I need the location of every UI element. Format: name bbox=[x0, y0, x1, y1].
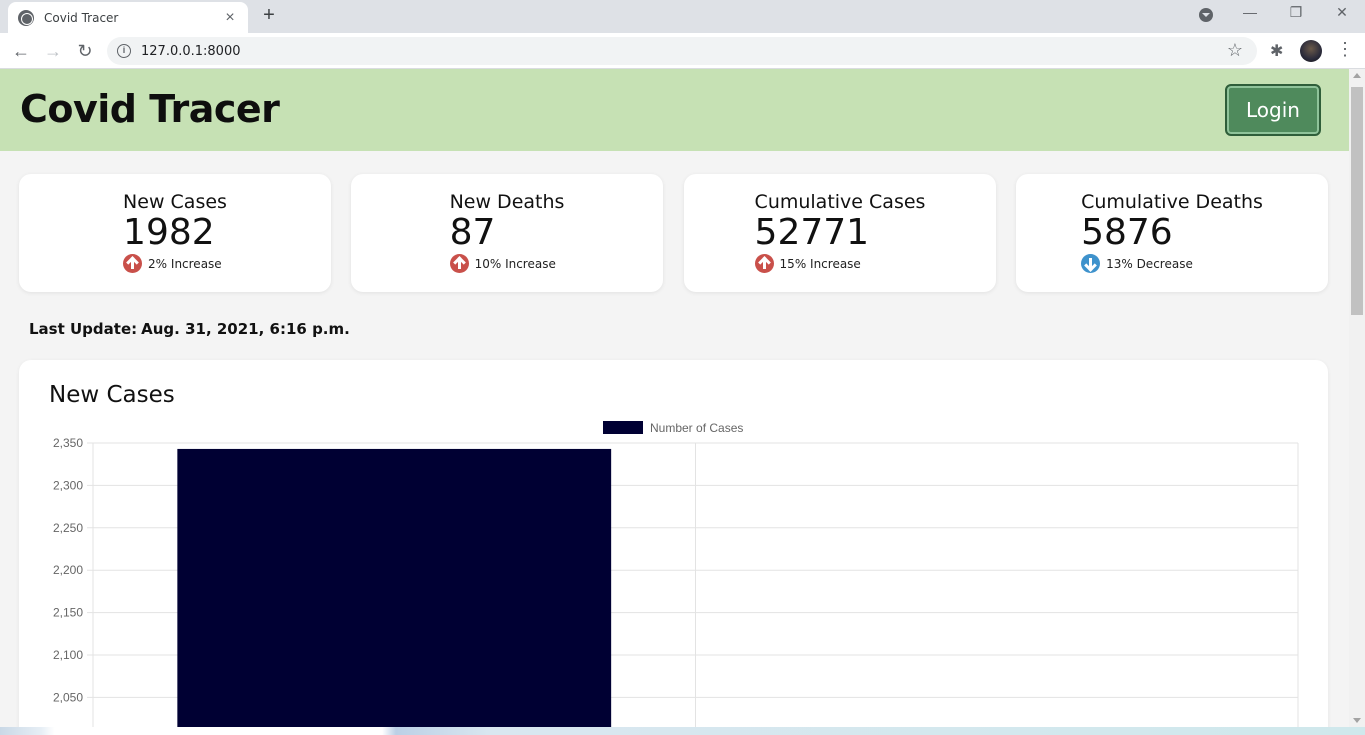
arrow-up-icon bbox=[754, 254, 774, 273]
stat-card-cumulative-deaths: Cumulative Deaths 5876 13% Decrease bbox=[1016, 174, 1328, 292]
scroll-up-icon[interactable] bbox=[1353, 73, 1361, 78]
stat-title: Cumulative Deaths bbox=[1081, 191, 1263, 213]
stat-trend: 10% Increase bbox=[449, 254, 556, 273]
globe-icon bbox=[18, 9, 34, 26]
legend-label: Number of Cases bbox=[650, 421, 743, 435]
stat-value: 52771 bbox=[754, 212, 870, 253]
y-tick-label: 2,150 bbox=[53, 606, 83, 620]
address-bar[interactable]: i 127.0.0.1:8000 ☆ bbox=[107, 37, 1257, 65]
info-icon[interactable]: i bbox=[117, 44, 131, 58]
forward-icon[interactable]: → bbox=[42, 40, 64, 62]
tab-title: Covid Tracer bbox=[44, 10, 119, 25]
stat-title: Cumulative Cases bbox=[754, 191, 926, 213]
stat-trend: 2% Increase bbox=[123, 254, 222, 273]
legend-swatch bbox=[603, 421, 643, 434]
chart-card: New Cases 2,350 2,300 2,250 2,200 2,150 2,100… bbox=[19, 360, 1328, 727]
address-url[interactable]: 127.0.0.1:8000 bbox=[141, 44, 241, 59]
y-tick-label: 2,200 bbox=[53, 563, 83, 577]
stat-trend-text: 13% Decrease bbox=[1106, 256, 1193, 271]
minimize-button[interactable]: — bbox=[1235, 4, 1265, 20]
profile-avatar[interactable] bbox=[1300, 40, 1322, 62]
browser-toolbar: ← → ↻ i 127.0.0.1:8000 ☆ ✱ ⋮ bbox=[0, 33, 1365, 69]
scroll-thumb[interactable] bbox=[1351, 87, 1363, 315]
page-viewport: Covid Tracer Login New Cases 1982 2% Inc… bbox=[0, 69, 1349, 727]
stat-trend-text: 2% Increase bbox=[148, 256, 222, 271]
tab-close-icon[interactable]: × bbox=[222, 9, 238, 26]
stat-trend-text: 15% Increase bbox=[779, 256, 861, 271]
os-taskbar bbox=[0, 727, 1365, 735]
stat-trend: 15% Increase bbox=[754, 254, 861, 273]
restore-button[interactable]: ❐ bbox=[1281, 4, 1311, 21]
bar bbox=[177, 448, 612, 727]
y-tick-label: 2,250 bbox=[53, 521, 83, 535]
arrow-up-icon bbox=[449, 254, 469, 273]
stat-title: New Deaths bbox=[449, 191, 565, 213]
tab-search-icon[interactable] bbox=[1199, 8, 1213, 22]
stat-trend-text: 10% Increase bbox=[474, 256, 556, 271]
arrow-up-icon bbox=[123, 254, 143, 273]
last-update-value: Aug. 31, 2021, 6:16 p.m. bbox=[141, 320, 350, 338]
stat-title: New Cases bbox=[123, 191, 227, 213]
stat-card-new-deaths: New Deaths 87 10% Increase bbox=[351, 174, 663, 292]
stat-value: 5876 bbox=[1081, 212, 1173, 253]
stat-card-cumulative-cases: Cumulative Cases 52771 15% Increase bbox=[684, 174, 996, 292]
site-header: Covid Tracer Login bbox=[0, 69, 1349, 151]
reload-icon[interactable]: ↻ bbox=[74, 40, 96, 62]
stat-card-new-cases: New Cases 1982 2% Increase bbox=[19, 174, 331, 292]
page-scrollbar[interactable] bbox=[1349, 69, 1365, 727]
new-cases-chart: 2,350 2,300 2,250 2,200 2,150 2,100 2,050 Numbe… bbox=[53, 421, 1299, 727]
browser-menu-icon[interactable]: ⋮ bbox=[1336, 39, 1354, 60]
browser-tabstrip: Covid Tracer × + — ❐ ✕ bbox=[0, 0, 1365, 33]
stat-value: 87 bbox=[449, 212, 496, 253]
last-update-label: Last Update: bbox=[29, 320, 138, 338]
stat-value: 1982 bbox=[123, 212, 215, 253]
y-tick-label: 2,350 bbox=[53, 436, 83, 450]
y-tick-label: 2,050 bbox=[53, 690, 83, 704]
site-brand[interactable]: Covid Tracer bbox=[20, 87, 280, 131]
last-update: Last Update: Aug. 31, 2021, 6:16 p.m. bbox=[29, 320, 350, 338]
y-tick-label: 2,100 bbox=[53, 648, 83, 662]
extensions-icon[interactable]: ✱ bbox=[1270, 41, 1283, 61]
close-window-button[interactable]: ✕ bbox=[1327, 4, 1357, 21]
arrow-down-icon bbox=[1081, 254, 1101, 273]
scroll-down-icon[interactable] bbox=[1353, 718, 1361, 723]
back-icon[interactable]: ← bbox=[10, 40, 32, 62]
y-tick-label: 2,300 bbox=[53, 478, 83, 492]
login-button[interactable]: Login bbox=[1225, 84, 1321, 136]
stat-trend: 13% Decrease bbox=[1081, 254, 1193, 273]
browser-tab[interactable]: Covid Tracer × bbox=[8, 2, 248, 33]
new-tab-button[interactable]: + bbox=[258, 5, 280, 27]
bookmark-star-icon[interactable]: ☆ bbox=[1227, 40, 1243, 61]
